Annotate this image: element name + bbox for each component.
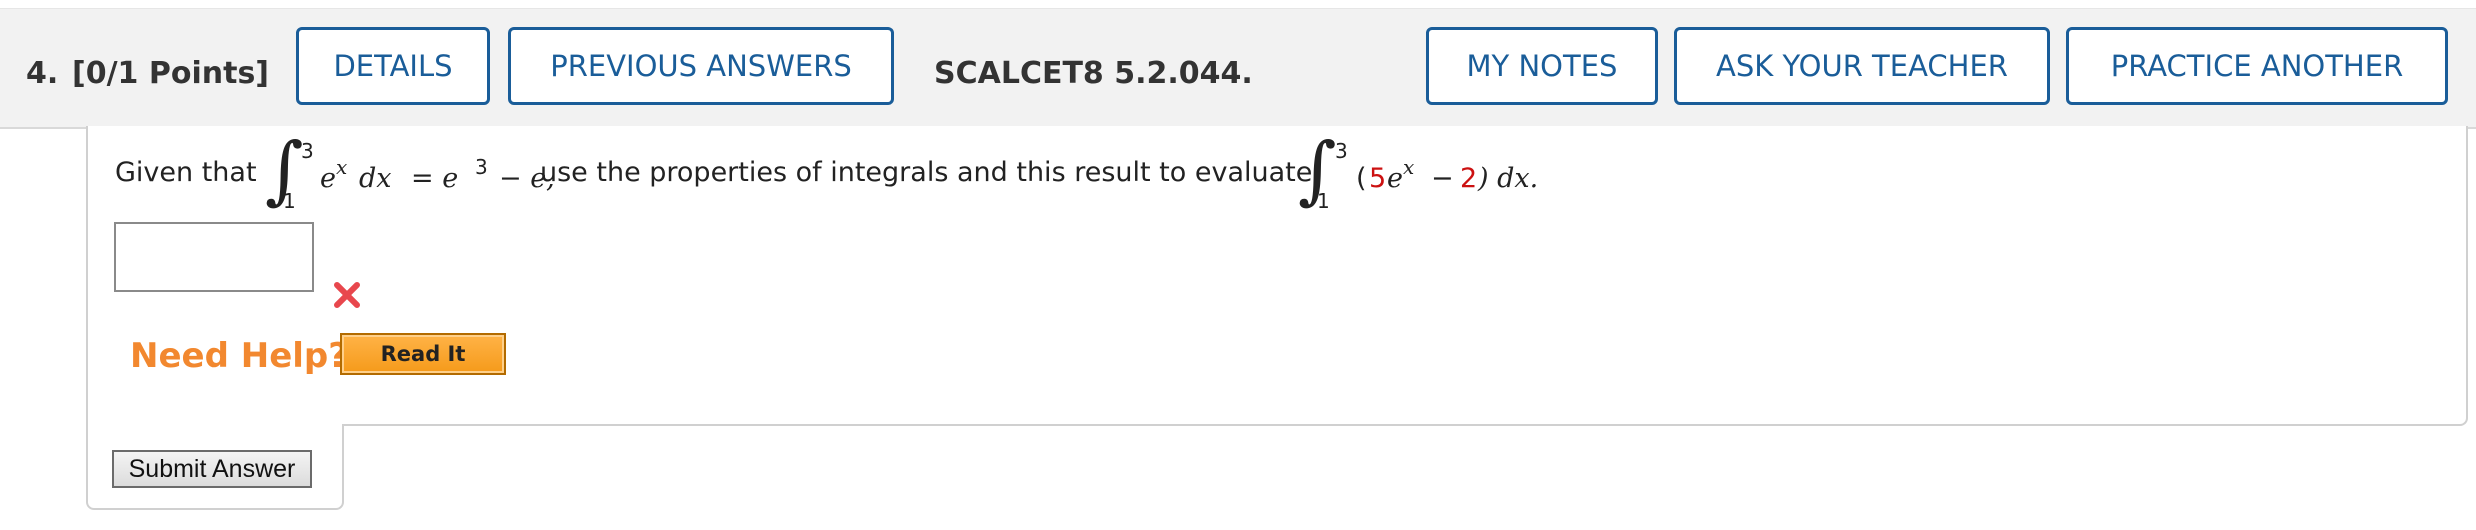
second-integrand-exponent: x bbox=[1403, 155, 1415, 179]
need-help-label: Need Help? bbox=[130, 336, 348, 376]
equals-exponent: 3 bbox=[475, 155, 488, 179]
minus-sign: − bbox=[1431, 163, 1454, 194]
coefficient-2: 2 bbox=[1460, 163, 1478, 194]
problem-code: SCALCET8 5.2.044. bbox=[934, 56, 1253, 91]
submit-answer-button[interactable]: Submit Answer bbox=[112, 450, 312, 488]
open-paren: ( bbox=[1356, 163, 1367, 194]
equals-e: = e bbox=[411, 163, 459, 194]
second-integrand-e: e bbox=[1387, 163, 1403, 194]
integrand-exponent: x bbox=[336, 155, 348, 179]
upper-limit: 3 bbox=[301, 139, 314, 163]
close-paren-dx: ) dx. bbox=[1478, 163, 1539, 194]
ask-your-teacher-button[interactable]: ASK YOUR TEACHER bbox=[1674, 27, 2050, 105]
answer-input[interactable] bbox=[114, 222, 314, 292]
my-notes-button[interactable]: MY NOTES bbox=[1426, 27, 1658, 105]
lower-limit: 1 bbox=[283, 189, 296, 213]
integrand-e: e bbox=[320, 163, 336, 194]
second-lower-limit: 1 bbox=[1317, 189, 1330, 213]
second-upper-limit: 3 bbox=[1335, 139, 1348, 163]
coefficient-5: 5 bbox=[1369, 163, 1387, 194]
dx-text: dx bbox=[359, 163, 392, 194]
instruction-text: use the properties of integrals and this… bbox=[540, 157, 1313, 188]
practice-another-button[interactable]: PRACTICE ANOTHER bbox=[2066, 27, 2448, 105]
given-that-text: Given that bbox=[115, 157, 257, 188]
close-icon bbox=[334, 282, 360, 308]
read-it-button[interactable]: Read It bbox=[340, 333, 506, 375]
points-label: [0/1 Points] bbox=[72, 56, 270, 91]
question-header: 4. [0/1 Points] DETAILS PREVIOUS ANSWERS… bbox=[0, 8, 2476, 129]
question-number: 4. bbox=[26, 56, 59, 91]
previous-answers-button[interactable]: PREVIOUS ANSWERS bbox=[508, 27, 894, 105]
details-button[interactable]: DETAILS bbox=[296, 27, 490, 105]
